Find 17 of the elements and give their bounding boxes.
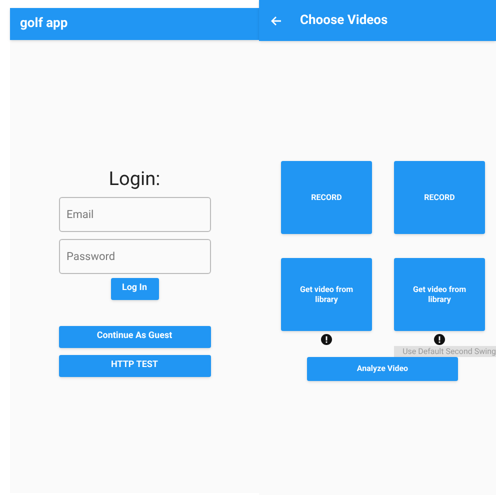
alert-icon [321, 334, 332, 345]
analyze-button[interactable]: Analyze Video [307, 357, 458, 381]
video-tile[interactable]: RECORD [281, 161, 372, 234]
login-heading: Login: [108, 168, 160, 190]
text-field[interactable]: Email [58, 197, 210, 232]
alert-icon [434, 334, 445, 345]
action-button[interactable]: HTTP TEST [58, 355, 210, 377]
text-field[interactable]: Password [58, 239, 210, 274]
video-tile[interactable]: RECORD [394, 161, 485, 234]
video-tile[interactable]: Get video from library [281, 258, 372, 331]
app-title: Choose Videos [300, 12, 388, 30]
login-button[interactable]: Log In [110, 278, 158, 300]
video-tile[interactable]: Get video from library [394, 258, 485, 331]
action-button[interactable]: Continue As Guest [58, 326, 210, 348]
back-arrow-icon[interactable] [270, 14, 282, 26]
default-swing-label: Use Default Second Swing [394, 346, 496, 357]
app-title: golf app [20, 15, 68, 34]
